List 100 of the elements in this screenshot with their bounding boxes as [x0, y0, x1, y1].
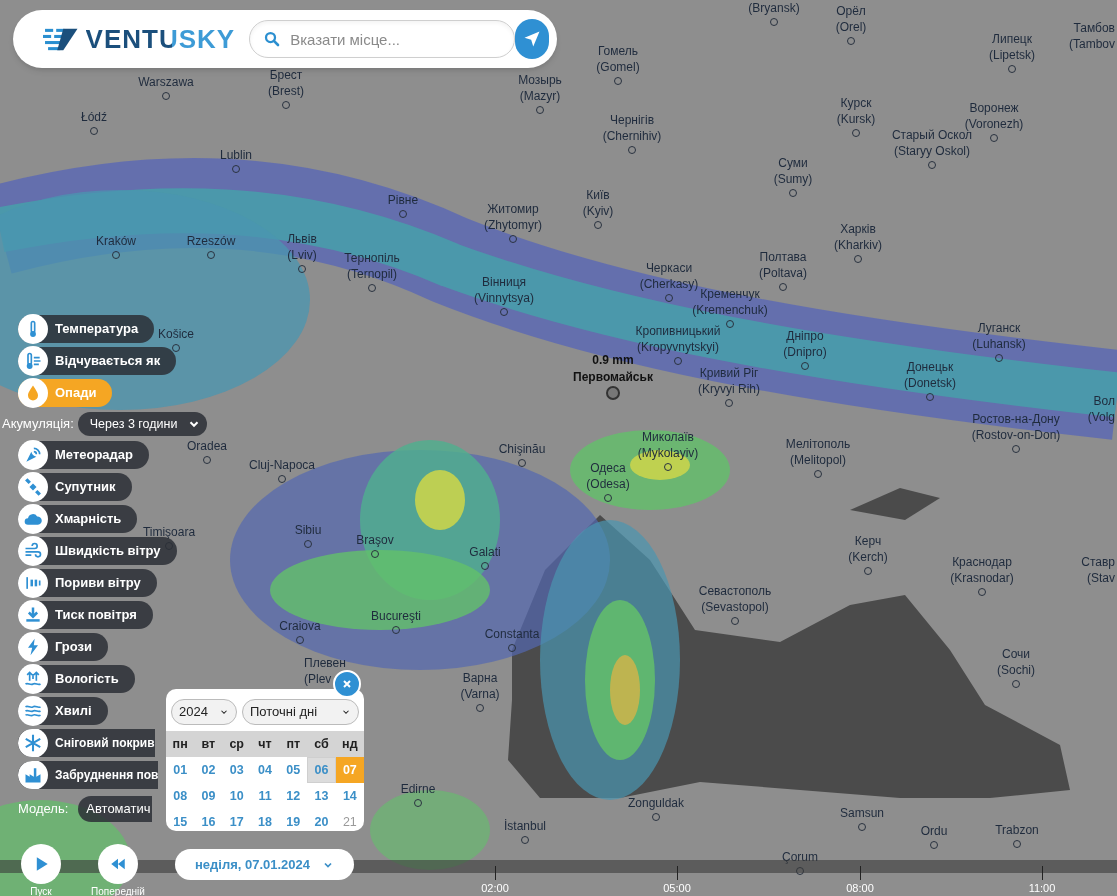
calendar-day[interactable]: 17: [222, 809, 251, 835]
city-label: Курск (Kursk): [836, 95, 876, 127]
search-field[interactable]: Вказати місце...: [249, 20, 516, 58]
calendar-day[interactable]: 04: [250, 757, 280, 783]
city-label: İstanbul: [504, 818, 546, 834]
range-select[interactable]: Поточні дні: [242, 699, 359, 725]
model-dropdown[interactable]: Автоматич: [78, 796, 153, 822]
calendar-day[interactable]: 11: [250, 783, 280, 809]
layer-button[interactable]: Забруднення пов: [18, 761, 159, 789]
city-label: Мозырь (Mazyr): [518, 72, 562, 104]
city-label: Сочи (Sochi): [997, 646, 1035, 678]
layer-button[interactable]: Вологість: [18, 665, 135, 693]
city-label: Samsun: [840, 805, 884, 821]
city-label: Łódź: [81, 109, 107, 125]
layer-button[interactable]: Швидкість вітру: [18, 537, 177, 565]
calendar-day[interactable]: 19: [279, 809, 308, 835]
setting-label: Акумуляція:: [2, 415, 74, 434]
city-label: Тернопіль (Ternopil): [344, 250, 400, 282]
calendar-day[interactable]: 20: [307, 809, 336, 835]
model-label: Модель:: [18, 800, 69, 819]
city-label: Керч (Kerch): [848, 533, 888, 565]
weekday-label: нд: [341, 735, 359, 753]
city-label: Ставр (Stav: [1081, 554, 1115, 586]
calendar-day[interactable]: 12: [279, 783, 308, 809]
calendar-day[interactable]: 15: [166, 809, 195, 835]
place-name: Первомайськ: [573, 369, 653, 386]
city-label: Львів (Lviv): [287, 231, 317, 263]
city-label: Житомир (Zhytomyr): [484, 201, 542, 233]
city-label: Харків (Kharkiv): [834, 221, 882, 253]
precipitation-value: 0.9 mm: [592, 352, 634, 369]
city-label: Донецьк (Donetsk): [904, 359, 956, 391]
city-label: Краснодар (Krasnodar): [950, 554, 1014, 586]
accumulation-dropdown[interactable]: Через 3 години: [77, 412, 208, 436]
city-label: Миколаїв (Mykolayiv): [637, 429, 699, 461]
calendar-day[interactable]: 01: [166, 757, 195, 783]
weekday-label: чт: [257, 735, 273, 753]
layer-button[interactable]: Температура: [18, 315, 155, 343]
city-label: Липецк (Lipetsk): [989, 31, 1035, 63]
city-label: Одеса (Odesa): [586, 460, 630, 492]
calendar-day[interactable]: 06: [307, 757, 336, 783]
city-label: Edirne: [400, 781, 436, 797]
city-label: Sibiu: [294, 522, 322, 538]
calendar-day[interactable]: 14: [335, 783, 364, 809]
calendar-day[interactable]: 03: [222, 757, 251, 783]
city-label: Київ (Kyiv): [582, 187, 614, 219]
city-label: Севастополь (Sevastopol): [698, 583, 772, 615]
calendar-day[interactable]: 18: [250, 809, 280, 835]
city-label: Тамбов (Tambov: [1069, 20, 1115, 52]
city-label: Черкаси (Cherkasy): [639, 260, 699, 292]
layer-button[interactable]: Тиск повітря: [18, 601, 153, 629]
layer-button[interactable]: Хмарність: [18, 505, 138, 533]
city-label: Constanta: [484, 626, 540, 642]
factory-icon: [23, 765, 43, 785]
calendar-day[interactable]: 16: [194, 809, 223, 835]
weekday-label: вт: [200, 735, 217, 753]
city-label: Braşov: [356, 532, 394, 548]
layer-button[interactable]: Опади: [18, 379, 113, 407]
city-label: Oradea: [187, 438, 227, 454]
time-label: 05:00: [663, 881, 691, 896]
layer-button[interactable]: Грози: [18, 633, 109, 661]
weekday-label: сб: [313, 735, 330, 753]
locate-button[interactable]: [515, 19, 549, 59]
calendar-day[interactable]: 02: [194, 757, 223, 783]
layer-button[interactable]: Супутник: [18, 473, 132, 501]
calendar-day[interactable]: 09: [194, 783, 223, 809]
year-select[interactable]: 2024: [171, 699, 237, 725]
city-label: Košice: [158, 326, 194, 342]
calendar-day[interactable]: 08: [166, 783, 195, 809]
city-label: Чернігів (Chernihiv): [602, 112, 662, 144]
layer-button[interactable]: Сніговий покрив: [18, 729, 155, 757]
city-label: Ordu: [920, 823, 948, 839]
city-label: Lublin: [220, 147, 252, 163]
time-label: 11:00: [1028, 881, 1056, 896]
time-label: 08:00: [846, 881, 874, 896]
layer-button[interactable]: Відчувається як: [18, 347, 177, 375]
city-label: Рівне: [387, 192, 419, 208]
calendar-day[interactable]: 13: [307, 783, 336, 809]
calendar-day[interactable]: 07: [335, 757, 364, 783]
calendar-day: 21: [335, 809, 364, 835]
radar-icon: [23, 445, 43, 465]
city-label: Воронеж (Voronezh): [964, 100, 1024, 131]
layer-button[interactable]: Пориви вітру: [18, 569, 157, 597]
city-label: Warszawa: [138, 74, 194, 90]
city-label: Cluj-Napoca: [249, 457, 315, 473]
city-label: Çorum: [782, 849, 818, 865]
weekday-label: ср: [228, 735, 245, 753]
city-label: Chişinău: [498, 441, 546, 457]
weekday-label: пн: [171, 735, 189, 753]
layer-button[interactable]: Метеорадар: [18, 441, 150, 469]
city-label: Полтава (Poltava): [759, 249, 807, 281]
layer-button[interactable]: Хвилі: [18, 697, 108, 725]
city-label: Варна (Varna): [460, 670, 500, 702]
date-dropdown[interactable]: неділя, 07.01.2024: [175, 849, 354, 880]
calendar-day[interactable]: 10: [222, 783, 251, 809]
arrow-down-icon: [23, 605, 43, 625]
city-label: Орёл (Orel): [835, 3, 867, 35]
city-label: Вінниця (Vinnytsya): [474, 274, 534, 306]
city-label: (Bryansk): [748, 0, 800, 16]
city-label: Луганск (Luhansk): [972, 320, 1026, 352]
calendar-day[interactable]: 05: [279, 757, 308, 783]
